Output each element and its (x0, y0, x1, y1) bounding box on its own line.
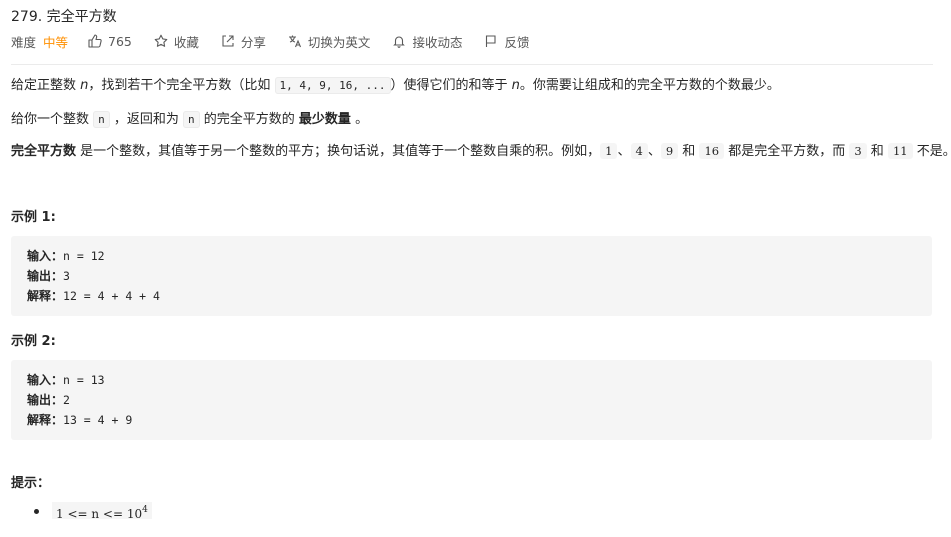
inline-code: 4 (630, 143, 648, 159)
inline-code: n (93, 111, 110, 128)
hints-heading: 提示： (11, 476, 51, 491)
example-2-heading: 示例 2: (11, 334, 56, 349)
difficulty-label: 难度 (11, 34, 37, 50)
problem-title: 279. 完全平方数 (11, 9, 117, 25)
share-button[interactable]: 分享 (221, 32, 266, 51)
example-1-heading: 示例 1: (11, 210, 56, 225)
inline-code: 1 (600, 143, 618, 159)
text: ，找到若干个完全平方数（比如 (88, 78, 275, 93)
explain-label: 解释： (27, 413, 64, 427)
bold-text: 最少数量 (298, 112, 351, 127)
header-divider (11, 64, 933, 65)
constraint-item: 1 <= n <= 104 (52, 502, 152, 521)
share-label: 分享 (240, 34, 266, 50)
favorite-button[interactable]: 收藏 (154, 32, 199, 51)
follow-label: 接收动态 (412, 34, 463, 50)
example-output-line: 输出：3 (27, 267, 70, 284)
constraint-exponent: 4 (142, 505, 148, 515)
explain-label: 解释： (27, 289, 64, 303)
input-label: 输入： (27, 373, 64, 387)
star-icon (154, 34, 168, 47)
example-input-line: 输入：n = 13 (27, 371, 105, 388)
text: 和 (866, 144, 888, 159)
text: 。 (350, 112, 369, 127)
inline-code: n (183, 111, 200, 128)
text: 和 (678, 144, 700, 159)
text: ，返回和为 (109, 112, 184, 127)
text: 、 (617, 144, 631, 159)
output-value: 2 (63, 393, 70, 407)
input-label: 输入： (27, 249, 64, 263)
bell-icon (393, 36, 406, 48)
input-value: n = 13 (63, 373, 105, 387)
output-label: 输出： (27, 393, 64, 407)
example-input-line: 输入：n = 12 (27, 247, 105, 264)
inline-code: 16 (699, 143, 725, 159)
bold-text: 完全平方数 (11, 144, 77, 159)
inline-code: 3 (849, 143, 867, 159)
example-2-block: 输入：n = 13 输出：2 解释：13 = 4 + 9 (11, 360, 932, 440)
inline-code: 11 (887, 143, 913, 159)
switch-language-button[interactable]: 切换为英文 (288, 32, 371, 51)
switch-language-label: 切换为英文 (307, 34, 371, 50)
text: 给定正整数 (11, 78, 81, 93)
inline-code: 9 (660, 143, 679, 159)
example-explain-line: 解释：13 = 4 + 9 (27, 411, 132, 428)
text: 的完全平方数的 (199, 112, 299, 127)
text: 给你一个整数 (11, 112, 94, 127)
output-value: 3 (63, 269, 70, 283)
text: 不是。 (916, 144, 951, 159)
description-paragraph-1: 给定正整数 n ，找到若干个完全平方数（比如 1, 4, 9, 16, ... ）使… (11, 76, 780, 96)
variable-n: n (511, 78, 520, 93)
description-paragraph-2: 给你一个整数 n ，返回和为 n 的完全平方数的 最少数量 。 (11, 110, 368, 130)
feedback-button[interactable]: 反馈 (484, 32, 529, 51)
example-explain-line: 解释：12 = 4 + 4 + 4 (27, 287, 160, 304)
share-icon (222, 35, 234, 47)
text: 都是完全平方数，而 (724, 144, 850, 159)
example-output-line: 输出：2 (27, 391, 70, 408)
flag-icon (486, 35, 497, 47)
output-label: 输出： (27, 269, 64, 283)
feedback-label: 反馈 (504, 34, 530, 50)
explain-value: 13 = 4 + 9 (63, 413, 133, 427)
difficulty-badge: 中等 (43, 34, 69, 50)
list-bullet (34, 509, 39, 514)
text: 是一个整数，其值等于另一个整数的平方；换句话说，其值等于一个整数自乘的积。例如， (76, 144, 601, 159)
like-count: 765 (108, 33, 132, 49)
example-1-block: 输入：n = 12 输出：3 解释：12 = 4 + 4 + 4 (11, 236, 932, 316)
problem-meta-bar: 难度 中等 765 收藏 分享 切换为英文 接收动态 反馈 (11, 32, 551, 51)
text: ）使得它们的和等于 (390, 78, 512, 93)
description-paragraph-3: 完全平方数 是一个整数，其值等于另一个整数的平方；换句话说，其值等于一个整数自乘… (11, 141, 951, 162)
constraint-text: 1 <= n <= 10 (56, 507, 143, 521)
follow-button[interactable]: 接收动态 (392, 32, 462, 51)
inline-code: 1, 4, 9, 16, ... (274, 77, 391, 94)
like-button[interactable]: 765 (88, 34, 132, 49)
text: 。你需要让组成和的完全平方数的个数最少。 (519, 78, 780, 93)
favorite-label: 收藏 (173, 34, 199, 50)
translate-icon (288, 35, 301, 48)
explain-value: 12 = 4 + 4 + 4 (63, 289, 160, 303)
thumbs-up-icon (88, 34, 102, 48)
input-value: n = 12 (63, 249, 105, 263)
text: 、 (647, 144, 661, 159)
